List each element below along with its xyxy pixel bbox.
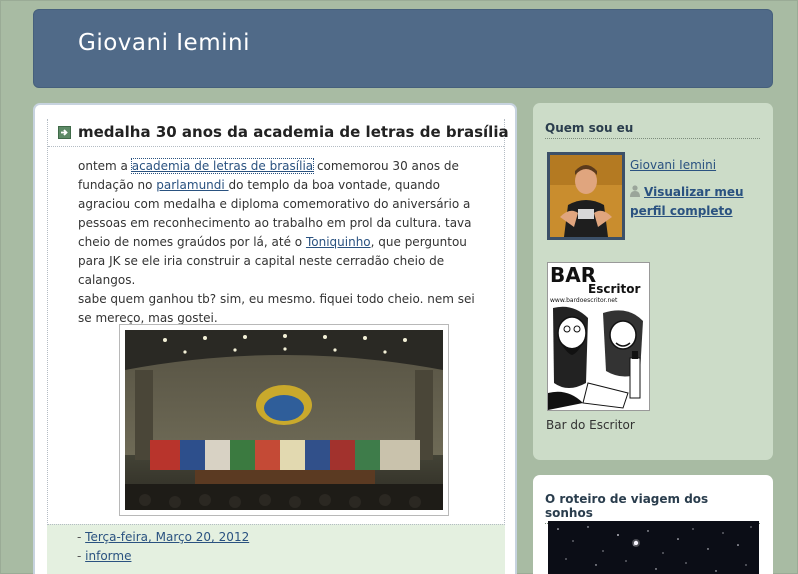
footer-dash: - xyxy=(77,549,86,563)
post-label-line: - informe xyxy=(77,549,131,563)
post-date-link[interactable]: Terça-feira, Março 20, 2012 xyxy=(85,530,249,544)
sidebar-about-title: Quem sou eu xyxy=(545,121,760,139)
post-text: sabe quem ganhou tb? sim, eu mesmo. fiqu… xyxy=(78,292,475,325)
post: medalha 30 anos da academia de letras de… xyxy=(47,119,509,574)
starfield-image[interactable] xyxy=(548,521,759,574)
link-parlamundi[interactable]: parlamundi xyxy=(156,178,228,192)
bar-do-escritor-banner[interactable]: BAR Escritor www.bardoescritor.net xyxy=(547,262,650,411)
banner-url-text: www.bardoescritor.net xyxy=(550,297,618,304)
arrow-right-icon xyxy=(58,126,71,139)
sidebar-about-panel: Quem sou eu Giovani Iemini Visualizar me… xyxy=(533,103,773,460)
post-photo[interactable] xyxy=(119,324,449,516)
link-academia[interactable]: academia de letras de brasília xyxy=(130,158,315,174)
footer-dash: - xyxy=(77,530,86,544)
blog-header: Giovani Iemini xyxy=(33,9,773,88)
post-title: medalha 30 anos da academia de letras de… xyxy=(78,123,509,141)
profile-name-link[interactable]: Giovani Iemini xyxy=(630,158,716,172)
post-footer: - Terça-feira, Março 20, 2012 - informe xyxy=(47,524,505,574)
main-column: medalha 30 anos da academia de letras de… xyxy=(33,103,517,574)
post-text: ontem a xyxy=(78,159,132,173)
post-title-bar: medalha 30 anos da academia de letras de… xyxy=(48,119,509,147)
view-profile-link[interactable]: Visualizar meu perfil completo xyxy=(630,183,755,221)
post-date-line: - Terça-feira, Março 20, 2012 xyxy=(77,530,249,544)
sidebar-roteiro-panel: O roteiro de viagem dos sonhos xyxy=(533,475,773,574)
banner-logo-subtext: Escritor xyxy=(588,282,640,296)
blog-title[interactable]: Giovani Iemini xyxy=(78,30,250,56)
sidebar-roteiro-title: O roteiro de viagem dos sonhos xyxy=(545,492,760,524)
post-body: ontem a academia de letras de brasília c… xyxy=(78,157,488,328)
post-label-link[interactable]: informe xyxy=(85,549,131,563)
auditorium-image xyxy=(125,330,443,510)
avatar[interactable] xyxy=(547,152,625,240)
banner-caption: Bar do Escritor xyxy=(546,418,635,432)
link-toniquinho[interactable]: Toniquinho xyxy=(306,235,371,249)
